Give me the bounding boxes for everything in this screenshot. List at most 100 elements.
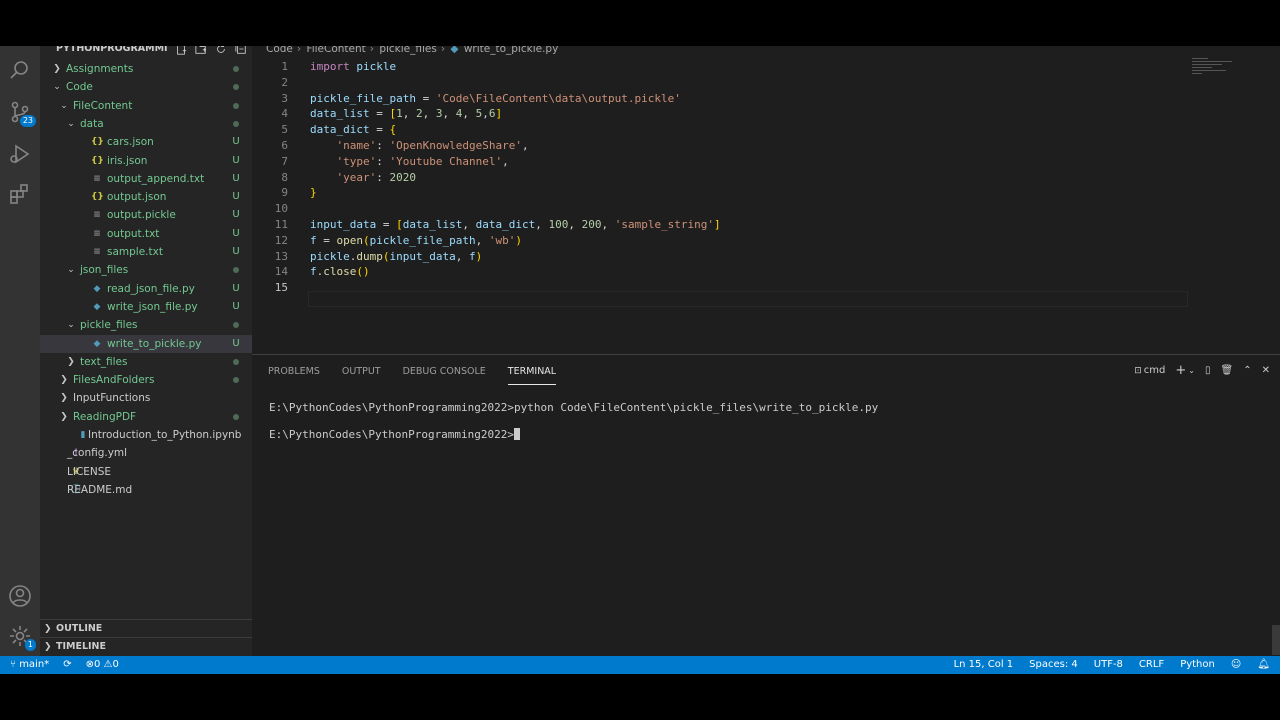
git-status-badge: U xyxy=(232,191,240,203)
branch-name: main* xyxy=(19,659,50,670)
tab-problems[interactable]: PROBLEMS xyxy=(268,365,320,385)
breadcrumb-item[interactable]: pickle_files xyxy=(379,46,437,55)
collapse-all-icon[interactable] xyxy=(235,46,249,57)
tree-folder[interactable]: ❯ ReadingPDF xyxy=(40,408,252,426)
source-control-badge: 23 xyxy=(19,115,36,127)
tree-item-label: LICENSE xyxy=(67,465,112,478)
chevron-right-icon: ❯ xyxy=(67,356,75,367)
line-number: 14 xyxy=(274,265,288,279)
split-terminal-icon[interactable]: ▯ xyxy=(1205,365,1211,376)
problems-indicator[interactable]: ⊗0 ⚠0 xyxy=(86,656,119,674)
line-number: 2 xyxy=(281,75,288,89)
sync-icon[interactable]: ⟳ xyxy=(63,656,71,674)
tree-item-label: json_files xyxy=(80,264,129,277)
tree-item-label: output_append.txt xyxy=(107,172,205,185)
tab-debug-console[interactable]: DEBUG CONSOLE xyxy=(403,365,486,385)
tree-folder[interactable]: ⌄ Code xyxy=(40,78,252,96)
timeline-section[interactable]: ❯ TIMELINE xyxy=(40,637,252,655)
tree-file[interactable]: ! _config.yml xyxy=(40,444,252,462)
tree-file[interactable]: ≡ output.txt U xyxy=(40,225,252,243)
tree-item-label: output.txt xyxy=(107,227,160,240)
line-number: 11 xyxy=(274,218,288,231)
tree-file[interactable]: ⓘ README.md xyxy=(40,481,252,499)
json-file-icon: {} xyxy=(91,192,104,203)
shell-label[interactable]: cmd xyxy=(1144,365,1166,376)
tree-file[interactable]: ≡ sample.txt U xyxy=(40,243,252,261)
run-debug-icon[interactable] xyxy=(8,142,32,166)
tree-file[interactable]: ▮ Introduction_to_Python.ipynb xyxy=(40,426,252,444)
tree-file[interactable]: ≡ output_append.txt U xyxy=(40,170,252,188)
tree-file[interactable]: ◆ read_json_file.py U xyxy=(40,280,252,298)
code-text: 'type': 'Youtube Channel', xyxy=(336,154,509,168)
notifications-bell-icon[interactable]: 🔔︎ xyxy=(1257,656,1270,674)
settings-gear-icon[interactable]: 1 xyxy=(8,624,36,651)
panel-scrollbar[interactable] xyxy=(1272,625,1280,655)
new-terminal-icon[interactable]: + xyxy=(1175,363,1186,378)
error-count: 0 xyxy=(93,659,101,670)
tab-output[interactable]: OUTPUT xyxy=(342,365,381,385)
tree-file[interactable]: {} output.json U xyxy=(40,188,252,206)
tree-folder[interactable]: ⌄ json_files xyxy=(40,261,252,279)
line-number: 1 xyxy=(281,60,288,73)
breadcrumb: Code › FileContent › pickle_files › ◆ write… xyxy=(266,46,560,55)
modified-dot xyxy=(231,353,241,372)
tree-folder[interactable]: ⌄ FileContent xyxy=(40,97,252,115)
feedback-icon[interactable]: ☺ xyxy=(1231,656,1241,674)
bottom-panel: PROBLEMS OUTPUT DEBUG CONSOLE TERMINAL ⊡ cm… xyxy=(252,354,1280,656)
text-file-icon: ≡ xyxy=(93,228,101,239)
tree-folder[interactable]: ⌄ data xyxy=(40,115,252,133)
line-number: 9 xyxy=(281,186,288,200)
tree-file[interactable]: {} iris.json U xyxy=(40,152,252,170)
minimap[interactable] xyxy=(1192,58,1252,88)
python-file-icon: ◆ xyxy=(93,301,101,312)
tree-file[interactable]: ◆ write_json_file.py U xyxy=(40,298,252,316)
warning-icon: ⚠ xyxy=(103,659,113,670)
language-mode[interactable]: Python xyxy=(1180,656,1215,674)
chevron-down-icon: ⌄ xyxy=(53,82,61,93)
tree-folder[interactable]: ⌄ pickle_files xyxy=(40,316,252,334)
line-number: 5 xyxy=(281,123,288,137)
editor-area[interactable]: Code › FileContent › pickle_files › ◆ write… xyxy=(252,46,1280,354)
new-file-icon[interactable] xyxy=(175,46,189,57)
chevron-right-icon: ❯ xyxy=(60,375,68,386)
outline-section[interactable]: ❯ OUTLINE xyxy=(40,619,252,637)
tree-folder[interactable]: ❯ FilesAndFolders xyxy=(40,371,252,389)
encoding[interactable]: UTF-8 xyxy=(1094,656,1123,674)
panel-toolbar: ⊡ cmd + ⌄ ▯ 🗑 ⌃ ✕ xyxy=(1134,363,1270,378)
tree-file[interactable]: ≡ output.pickle U xyxy=(40,206,252,224)
line-number: 3 xyxy=(281,91,288,105)
trash-icon[interactable]: 🗑 xyxy=(1221,365,1234,376)
chevron-down-icon[interactable]: ⌄ xyxy=(1188,366,1195,375)
branch-indicator[interactable]: ⑂ main* xyxy=(10,656,49,674)
extensions-icon[interactable] xyxy=(8,182,32,206)
tree-item-label: Assignments xyxy=(66,63,134,75)
code-text: 'name': 'OpenKnowledgeShare', xyxy=(336,139,529,152)
tab-terminal[interactable]: TERMINAL xyxy=(507,365,557,385)
tree-folder[interactable]: ❯ Assignments xyxy=(40,60,252,78)
refresh-icon[interactable] xyxy=(215,46,229,57)
indentation[interactable]: Spaces: 4 xyxy=(1029,656,1078,674)
code-text: import pickle xyxy=(310,60,397,73)
source-control-icon[interactable]: 23 xyxy=(8,100,36,127)
chevron-up-icon[interactable]: ⌃ xyxy=(1243,365,1251,376)
tree-item-label: ReadingPDF xyxy=(73,410,137,423)
breadcrumb-item[interactable]: write_to_pickle.py xyxy=(464,46,558,55)
tree-file[interactable]: {} cars.json U xyxy=(40,133,252,151)
close-icon[interactable]: ✕ xyxy=(1262,365,1270,376)
chevron-down-icon: ⌄ xyxy=(67,265,75,276)
search-icon[interactable] xyxy=(8,58,32,82)
terminal-icon[interactable]: ⊡ xyxy=(1134,366,1142,376)
breadcrumb-item[interactable]: FileContent xyxy=(306,46,365,55)
tree-file[interactable]: ♛ LICENSE xyxy=(40,463,252,481)
code-text: pickle.dump(input_data, f) xyxy=(310,249,483,263)
account-icon[interactable] xyxy=(8,584,32,608)
breadcrumb-item[interactable]: Code xyxy=(266,46,293,55)
end-of-line[interactable]: CRLF xyxy=(1139,656,1164,674)
cursor-position[interactable]: Ln 15, Col 1 xyxy=(954,656,1014,674)
tree-folder[interactable]: ❯ InputFunctions xyxy=(40,389,252,407)
new-folder-icon[interactable] xyxy=(195,46,209,57)
terminal-output[interactable]: E:\PythonCodes\PythonProgramming2022>pyt… xyxy=(269,401,878,455)
tree-folder[interactable]: ❯ text_files xyxy=(40,353,252,371)
tree-file[interactable]: ◆ write_to_pickle.py U xyxy=(40,334,252,353)
code-text: f.close() xyxy=(310,265,370,279)
